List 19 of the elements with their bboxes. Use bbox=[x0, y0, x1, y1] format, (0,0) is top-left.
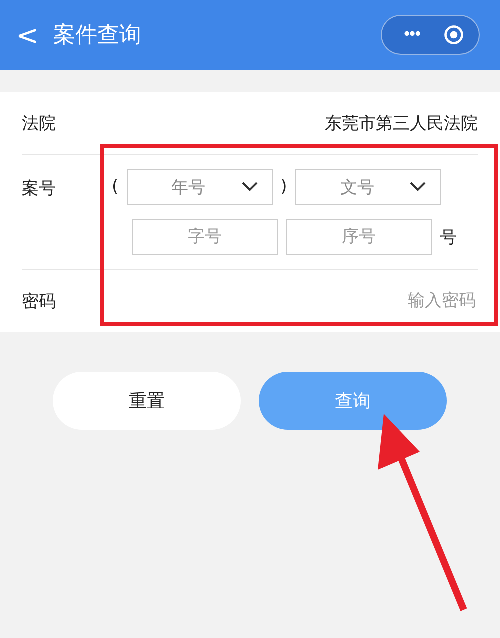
more-button[interactable]: ••• bbox=[404, 26, 421, 44]
input-field[interactable]: 序号 bbox=[286, 219, 432, 255]
select-field[interactable]: 年号 bbox=[126, 169, 273, 205]
field-label: 密码 bbox=[22, 290, 57, 312]
chevron-down-icon bbox=[410, 182, 426, 192]
suffix-text: 号 bbox=[440, 226, 457, 248]
paren-text: ) bbox=[280, 177, 288, 197]
input-field[interactable]: 字号 bbox=[132, 219, 278, 255]
query-button[interactable]: 查询 bbox=[259, 372, 447, 430]
page-title: 案件查询 bbox=[53, 22, 142, 50]
select-field[interactable]: 文号 bbox=[295, 169, 442, 205]
paren-text: ( bbox=[112, 177, 119, 197]
field-label: 法院 bbox=[22, 112, 57, 134]
court-value: 东莞市第三人民法院 bbox=[325, 112, 478, 134]
field-label: 案号 bbox=[22, 178, 57, 200]
reset-button[interactable]: 重置 bbox=[53, 372, 241, 430]
chevron-down-icon bbox=[242, 182, 258, 192]
back-button[interactable]: < bbox=[16, 18, 54, 52]
target-icon[interactable] bbox=[443, 24, 465, 46]
